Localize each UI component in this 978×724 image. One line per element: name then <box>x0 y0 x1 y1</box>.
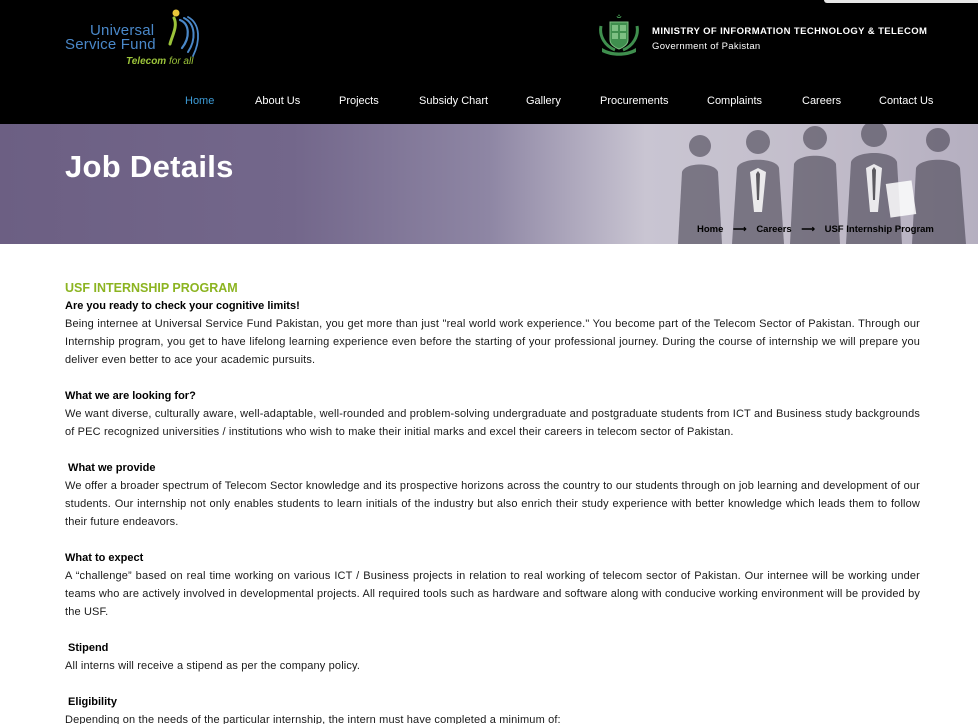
what-to-expect-paragraph: A “challenge” based on real time working… <box>65 570 920 618</box>
logo-line2: Service Fund <box>65 36 156 53</box>
nav-contact-us[interactable]: Contact Us <box>879 95 933 107</box>
nav-about-us[interactable]: About Us <box>255 95 300 107</box>
looking-for-heading: What we are looking for? <box>65 390 196 402</box>
looking-for-paragraph: We want diverse, culturally aware, well-… <box>65 408 920 438</box>
intro-heading: Are you ready to check your cognitive li… <box>65 300 300 312</box>
arrow-right-icon: ⟶ <box>801 224 815 235</box>
intro-paragraph: Being internee at Universal Service Fund… <box>65 318 920 366</box>
page-banner: Job Details Home ⟶ Careers ⟶ USF Interns… <box>0 124 978 244</box>
ministry-name: MINISTRY OF INFORMATION TECHNOLOGY & TEL… <box>652 26 928 37</box>
nav-complaints[interactable]: Complaints <box>707 95 762 107</box>
nav-gallery[interactable]: Gallery <box>526 95 561 107</box>
nav-home[interactable]: Home <box>185 95 214 107</box>
nav-procurements[interactable]: Procurements <box>600 95 668 107</box>
stipend-heading: Stipend <box>65 642 109 654</box>
eligibility-paragraph: Depending on the needs of the particular… <box>65 714 561 724</box>
stipend-paragraph: All interns will receive a stipend as pe… <box>65 660 361 672</box>
pakistan-emblem-icon <box>599 14 639 56</box>
program-title: USF INTERNSHIP PROGRAM <box>65 281 238 295</box>
what-we-provide-paragraph: We offer a broader spectrum of Telecom S… <box>65 480 920 528</box>
nav-projects[interactable]: Projects <box>339 95 379 107</box>
usf-swoosh-icon <box>168 9 199 57</box>
ministry-block: MINISTRY OF INFORMATION TECHNOLOGY & TEL… <box>596 12 936 58</box>
breadcrumb: Home ⟶ Careers ⟶ USF Internship Program <box>697 224 934 235</box>
ministry-subtitle: Government of Pakistan <box>652 41 761 52</box>
arrow-right-icon: ⟶ <box>733 224 747 235</box>
usf-logo[interactable]: Universal Service Fund Telecom for all <box>64 8 204 70</box>
top-strip <box>824 0 978 3</box>
nav-careers[interactable]: Careers <box>802 95 841 107</box>
what-we-provide-heading: What we provide <box>65 462 156 474</box>
nav-subsidy-chart[interactable]: Subsidy Chart <box>419 95 488 107</box>
job-details-content: USF INTERNSHIP PROGRAM Are you ready to … <box>65 280 920 724</box>
site-header: Universal Service Fund Telecom for all M… <box>0 0 978 124</box>
breadcrumb-home[interactable]: Home <box>697 224 723 235</box>
what-to-expect-heading: What to expect <box>65 552 144 564</box>
breadcrumb-careers[interactable]: Careers <box>756 224 791 235</box>
main-nav: Home About Us Projects Subsidy Chart Gal… <box>0 90 978 114</box>
page-title: Job Details <box>65 149 234 184</box>
tagline-bold: Telecom <box>126 56 167 67</box>
eligibility-heading: Eligibility <box>65 696 117 708</box>
breadcrumb-current: USF Internship Program <box>824 224 934 235</box>
